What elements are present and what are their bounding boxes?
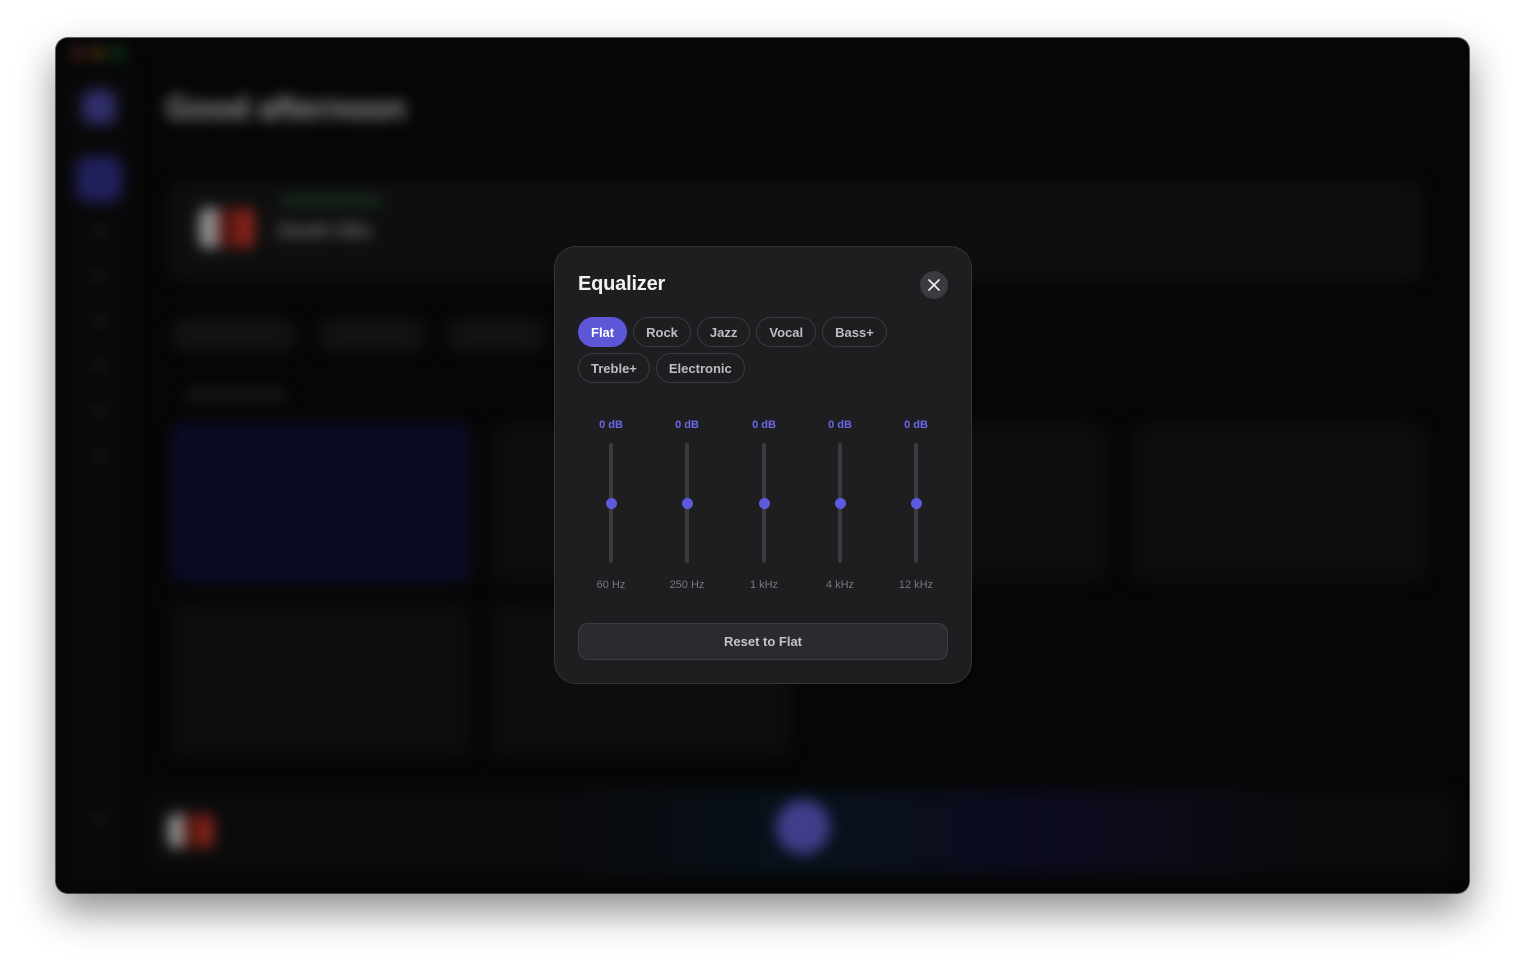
dialog-title: Equalizer [578, 273, 666, 295]
eq-band-12khz: 0 dB 12 kHz [884, 419, 948, 591]
eq-band-60hz: 0 dB 60 Hz [579, 419, 643, 591]
preset-treble-boost[interactable]: Treble+ [578, 353, 650, 383]
band-slider-track[interactable] [910, 443, 922, 563]
close-button[interactable] [920, 271, 948, 299]
close-icon [928, 279, 940, 291]
eq-band-4khz: 0 dB 4 kHz [808, 419, 872, 591]
band-slider-thumb[interactable] [758, 497, 770, 509]
band-slider-track[interactable] [758, 443, 770, 563]
app-window: Good afternoon Death Hits Equalizer Flat… [56, 38, 1469, 893]
preset-rock[interactable]: Rock [633, 317, 691, 347]
band-slider-track[interactable] [605, 443, 617, 563]
band-frequency-label: 250 Hz [669, 579, 705, 591]
band-slider-track[interactable] [834, 443, 846, 563]
preset-flat[interactable]: Flat [578, 317, 628, 347]
band-gain-value: 0 dB [599, 419, 623, 431]
band-frequency-label: 60 Hz [596, 579, 626, 591]
preset-electronic[interactable]: Electronic [655, 353, 745, 383]
eq-band-250hz: 0 dB 250 Hz [655, 419, 719, 591]
band-frequency-label: 4 kHz [825, 579, 855, 591]
band-slider-thumb[interactable] [605, 497, 617, 509]
preset-bass-boost[interactable]: Bass+ [822, 317, 887, 347]
band-gain-value: 0 dB [675, 419, 699, 431]
preset-vocal[interactable]: Vocal [756, 317, 817, 347]
band-slider-thumb[interactable] [910, 497, 922, 509]
band-frequency-label: 1 kHz [749, 579, 779, 591]
preset-list: Flat Rock Jazz Vocal Bass+ Treble+ Elect… [578, 317, 958, 383]
band-frequency-label: 12 kHz [898, 579, 934, 591]
eq-bands: 0 dB 60 Hz 0 dB 250 Hz 0 dB 1 kHz 0 dB 4… [579, 419, 961, 591]
preset-jazz[interactable]: Jazz [696, 317, 751, 347]
band-slider-track[interactable] [681, 443, 693, 563]
band-slider-thumb[interactable] [681, 497, 693, 509]
eq-band-1khz: 0 dB 1 kHz [732, 419, 796, 591]
band-gain-value: 0 dB [904, 419, 928, 431]
band-gain-value: 0 dB [752, 419, 776, 431]
equalizer-dialog: Equalizer Flat Rock Jazz Vocal Bass+ Tre… [554, 246, 972, 684]
reset-to-flat-button[interactable]: Reset to Flat [578, 623, 948, 660]
band-slider-thumb[interactable] [834, 497, 846, 509]
band-gain-value: 0 dB [828, 419, 852, 431]
